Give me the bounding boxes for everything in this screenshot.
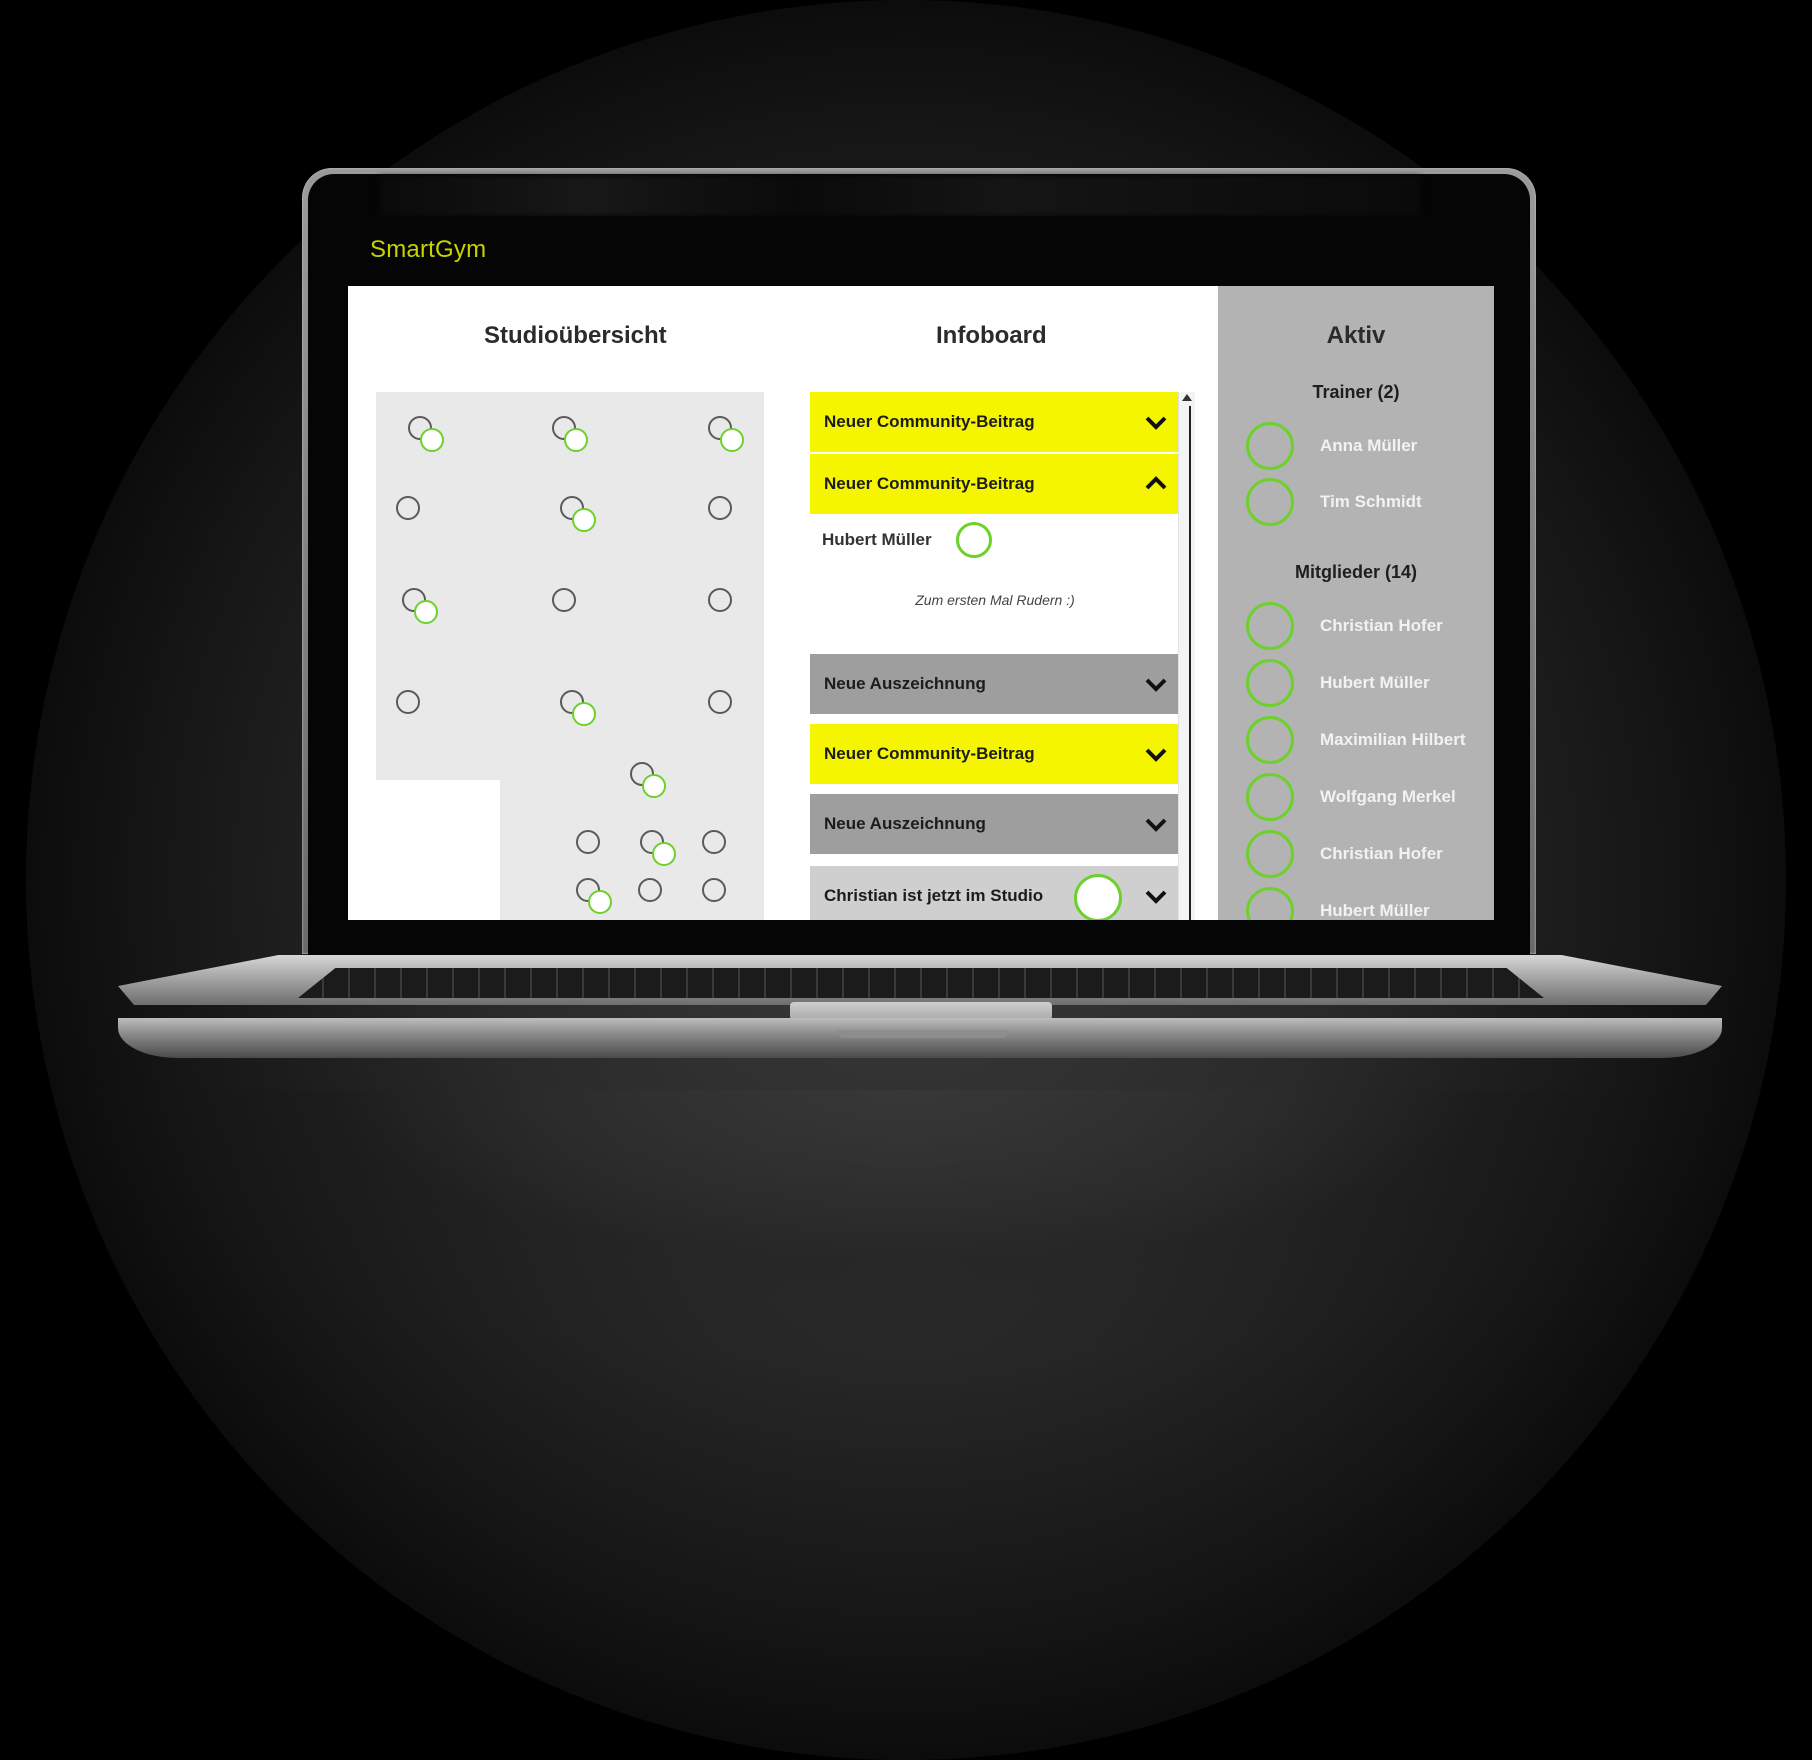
member-name: Christian Hofer <box>1320 616 1443 635</box>
equipment-marker-active[interactable] <box>630 762 666 798</box>
scrollbar-track[interactable] <box>1189 406 1191 920</box>
equipment-marker[interactable] <box>576 830 600 854</box>
trainer-heading: Trainer (2) <box>1312 382 1400 402</box>
trainer-item[interactable]: Anna Müller <box>1246 422 1486 474</box>
chevron-up-icon[interactable] <box>1142 470 1170 498</box>
member-item[interactable]: Wolfgang Merkel <box>1246 773 1486 825</box>
member-name: Wolfgang Merkel <box>1320 787 1456 806</box>
member-name: Maximilian Hilbert <box>1320 730 1466 749</box>
member-item[interactable]: Hubert Müller <box>1246 659 1486 711</box>
equipment-marker[interactable] <box>708 496 732 520</box>
equipment-marker[interactable] <box>552 588 576 612</box>
app-header: SmartGym <box>348 216 1494 286</box>
laptop-keyboard <box>298 968 1544 998</box>
chevron-down-icon[interactable] <box>1142 670 1170 698</box>
member-item[interactable]: Christian Hofer <box>1246 830 1486 882</box>
equipment-marker[interactable] <box>702 878 726 902</box>
chevron-down-icon[interactable] <box>1142 408 1170 436</box>
trainer-item[interactable]: Tim Schmidt <box>1246 478 1486 530</box>
screen-reflection <box>380 176 1420 216</box>
equipment-marker-active[interactable] <box>708 416 744 452</box>
infoboard-item-checkin[interactable]: Christian ist jetzt im Studio <box>810 866 1180 920</box>
brand-logo[interactable]: SmartGym <box>370 236 486 264</box>
post-text: Zum ersten Mal Rudern :) <box>915 592 1075 608</box>
member-name: Hubert Müller <box>1320 901 1430 920</box>
trainer-name: Anna Müller <box>1320 436 1418 455</box>
equipment-marker-active[interactable] <box>552 416 588 452</box>
post-author: Hubert Müller <box>822 530 932 549</box>
infoboard-list[interactable]: Neuer Community-Beitrag Neuer Community-… <box>810 392 1196 920</box>
avatar <box>1246 773 1294 821</box>
avatar <box>1246 716 1294 764</box>
infoboard-item-community-post[interactable]: Neuer Community-Beitrag <box>810 392 1180 452</box>
laptop-base-edge <box>118 1018 1722 1058</box>
avatar <box>1246 422 1294 470</box>
infoboard-item-label: Neuer Community-Beitrag <box>824 412 1035 431</box>
member-name: Hubert Müller <box>1320 673 1430 692</box>
studio-floor-plan-annex <box>500 780 764 920</box>
equipment-marker[interactable] <box>708 690 732 714</box>
members-heading: Mitglieder (14) <box>1294 562 1418 582</box>
member-item[interactable]: Hubert Müller <box>1246 887 1486 920</box>
chevron-down-icon[interactable] <box>1142 810 1170 838</box>
avatar <box>1246 602 1294 650</box>
equipment-marker[interactable] <box>396 690 420 714</box>
laptop-notch <box>838 1030 1008 1038</box>
infoboard-item-award[interactable]: Neue Auszeichnung <box>810 654 1180 714</box>
background-floor <box>0 1090 1812 1359</box>
active-panel-title: Aktiv <box>1326 322 1386 349</box>
member-item[interactable]: Christian Hofer <box>1246 602 1486 654</box>
equipment-marker-active[interactable] <box>408 416 444 452</box>
avatar[interactable] <box>956 522 992 558</box>
equipment-marker[interactable] <box>638 878 662 902</box>
member-name: Christian Hofer <box>1320 844 1443 863</box>
arrow-up-icon[interactable] <box>1182 394 1192 401</box>
equipment-marker-active[interactable] <box>576 878 612 914</box>
avatar[interactable] <box>1074 874 1122 920</box>
infoboard-title: Infoboard <box>936 322 1047 349</box>
equipment-marker-active[interactable] <box>560 496 596 532</box>
trainer-name: Tim Schmidt <box>1320 492 1422 511</box>
member-item[interactable]: Maximilian Hilbert <box>1246 716 1486 768</box>
studio-overview-title: Studioübersicht <box>484 322 667 349</box>
equipment-marker[interactable] <box>708 588 732 612</box>
equipment-marker-active[interactable] <box>560 690 596 726</box>
active-panel: Aktiv Trainer (2) Anna Müller Tim Schmid… <box>1218 286 1494 920</box>
chevron-down-icon[interactable] <box>1142 740 1170 768</box>
equipment-marker[interactable] <box>702 830 726 854</box>
infoboard-item-award[interactable]: Neue Auszeichnung <box>810 794 1180 854</box>
avatar <box>1246 830 1294 878</box>
infoboard-item-label: Neuer Community-Beitrag <box>824 474 1035 493</box>
infoboard-item-label: Neue Auszeichnung <box>824 814 986 833</box>
infoboard-scrollbar[interactable] <box>1178 392 1195 920</box>
avatar <box>1246 478 1294 526</box>
equipment-marker-active[interactable] <box>402 588 438 624</box>
infoboard-item-label: Christian ist jetzt im Studio <box>824 886 1044 905</box>
infoboard-item-label: Neuer Community-Beitrag <box>824 744 1035 763</box>
infoboard-item-label: Neue Auszeichnung <box>824 674 986 693</box>
avatar <box>1246 659 1294 707</box>
equipment-marker[interactable] <box>396 496 420 520</box>
equipment-marker-active[interactable] <box>640 830 676 866</box>
chevron-down-icon[interactable] <box>1142 882 1170 910</box>
avatar <box>1246 887 1294 920</box>
infoboard-item-community-post[interactable]: Neuer Community-Beitrag <box>810 724 1180 784</box>
infoboard-item-community-post-expanded[interactable]: Neuer Community-Beitrag <box>810 454 1180 514</box>
app-screen: SmartGym Studioübersicht Infoboard Neuer… <box>348 216 1494 920</box>
